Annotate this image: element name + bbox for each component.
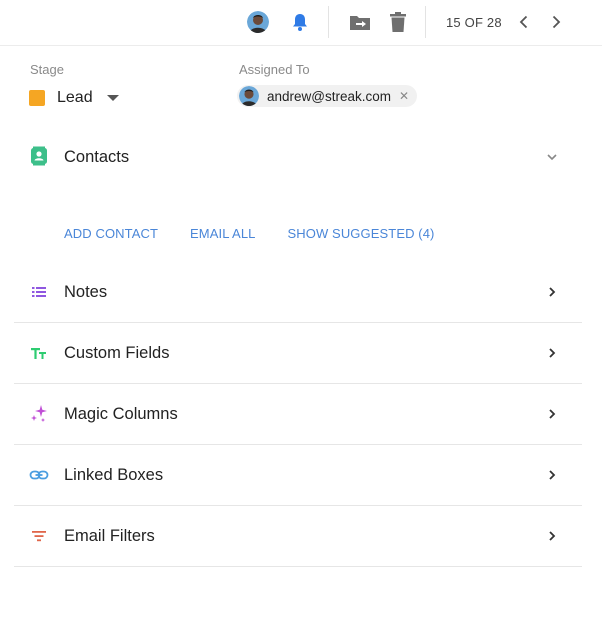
toolbar-divider — [425, 6, 426, 38]
contacts-label: Contacts — [64, 148, 130, 166]
move-to-folder-icon[interactable] — [349, 12, 371, 32]
custom-fields-section-header[interactable]: Custom Fields — [0, 323, 602, 384]
contacts-section-header[interactable]: Contacts — [0, 138, 602, 176]
magic-columns-section-header[interactable]: Magic Columns — [0, 384, 602, 445]
top-toolbar: 15 OF 28 — [0, 0, 602, 46]
chevron-right-icon[interactable] — [544, 467, 560, 483]
email-filters-label: Email Filters — [64, 527, 155, 545]
stage-dropdown[interactable]: Lead — [29, 86, 119, 110]
email-all-link[interactable]: EMAIL ALL — [190, 226, 255, 241]
section-divider — [14, 566, 582, 567]
notes-section-header[interactable]: Notes — [0, 262, 602, 323]
add-contact-link[interactable]: ADD CONTACT — [64, 226, 158, 241]
linked-boxes-label: Linked Boxes — [64, 466, 164, 484]
filter-icon — [29, 526, 49, 546]
notes-label: Notes — [64, 283, 108, 301]
caret-down-icon — [106, 95, 119, 101]
list-icon — [29, 282, 49, 302]
email-filters-section-header[interactable]: Email Filters — [0, 506, 602, 567]
trash-icon[interactable] — [389, 11, 407, 33]
chevron-down-icon[interactable] — [544, 149, 560, 165]
show-suggested-link[interactable]: SHOW SUGGESTED (4) — [288, 226, 435, 241]
assignee-avatar — [239, 86, 259, 106]
contacts-icon — [29, 146, 49, 166]
text-format-icon — [29, 343, 49, 363]
chevron-right-icon[interactable] — [544, 284, 560, 300]
assignee-chip[interactable]: andrew@streak.com ✕ — [237, 85, 418, 107]
stage-label: Stage — [30, 62, 64, 77]
chevron-right-icon[interactable] — [544, 528, 560, 544]
chevron-right-icon[interactable] — [544, 406, 560, 422]
remove-assignee-icon[interactable]: ✕ — [399, 89, 409, 103]
assignee-email: andrew@streak.com — [267, 88, 391, 104]
chevron-left-icon[interactable] — [516, 13, 532, 31]
bell-icon[interactable] — [290, 12, 310, 32]
stage-color-swatch — [29, 90, 45, 106]
link-icon — [29, 465, 49, 485]
record-position: 15 OF 28 — [446, 15, 502, 30]
contact-actions: ADD CONTACT EMAIL ALL SHOW SUGGESTED (4) — [64, 226, 434, 241]
chevron-right-icon[interactable] — [548, 13, 564, 31]
chevron-right-icon[interactable] — [544, 345, 560, 361]
magic-columns-label: Magic Columns — [64, 405, 178, 423]
custom-fields-label: Custom Fields — [64, 344, 170, 362]
user-avatar[interactable] — [247, 11, 269, 33]
sparkle-icon — [29, 404, 49, 424]
linked-boxes-section-header[interactable]: Linked Boxes — [0, 445, 602, 506]
toolbar-divider — [328, 6, 329, 38]
stage-value: Lead — [57, 89, 93, 106]
assigned-to-label: Assigned To — [239, 62, 310, 77]
